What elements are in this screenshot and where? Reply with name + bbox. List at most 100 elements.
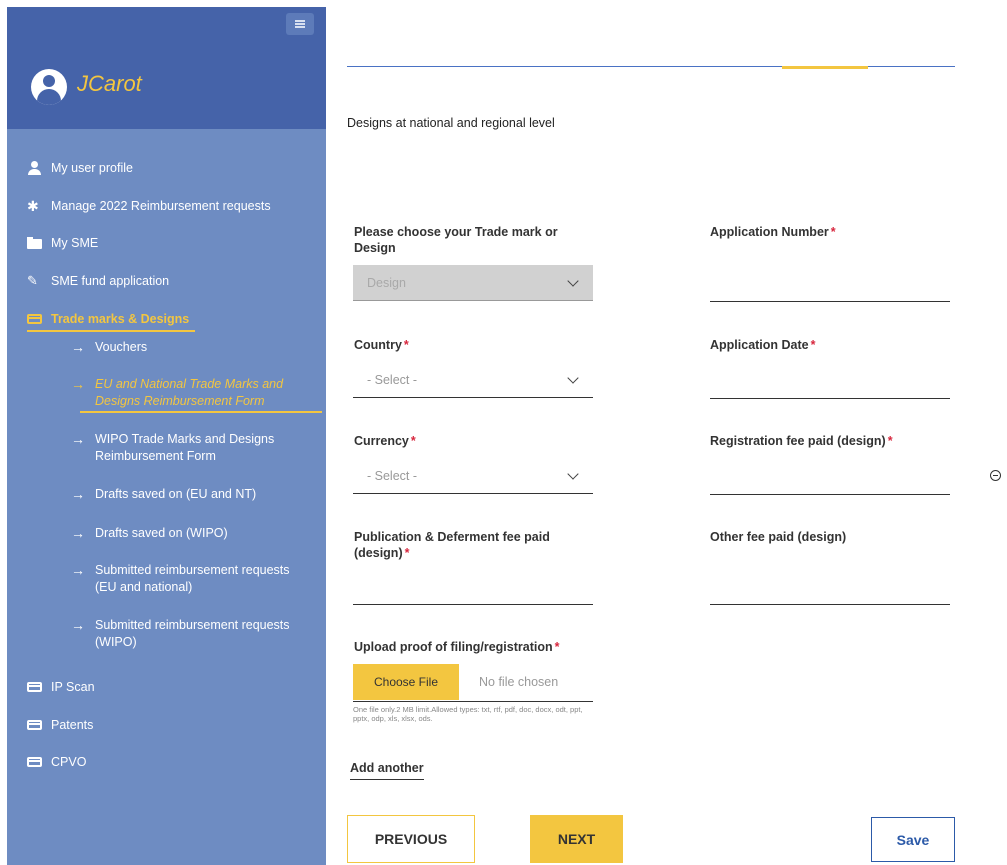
card-icon xyxy=(27,680,43,694)
card-icon xyxy=(27,755,43,769)
sidebar-subitem-vouchers[interactable]: → Vouchers xyxy=(71,339,313,356)
arrow-right-icon: → xyxy=(71,562,85,578)
file-upload-field: Choose File No file chosen xyxy=(353,662,593,702)
label-text: Publication & Deferment fee paid (design… xyxy=(354,530,550,560)
add-another-link[interactable]: Add another xyxy=(350,761,424,780)
arrow-right-icon: → xyxy=(71,525,85,541)
hamburger-menu-icon[interactable] xyxy=(286,13,314,35)
sidebar-item-label: Patents xyxy=(51,718,94,732)
country-select[interactable]: - Select - xyxy=(353,362,593,398)
application-number-label: Application Number * xyxy=(710,224,836,240)
remove-circle-icon[interactable] xyxy=(990,470,1001,481)
sidebar-subitem-label: Vouchers xyxy=(95,340,148,354)
country-label: Country * xyxy=(354,337,409,353)
sidebar-subitem-label: Drafts saved on (WIPO) xyxy=(95,526,228,540)
chevron-down-icon xyxy=(567,467,579,480)
sidebar-item-manage-requests[interactable]: ✱ Manage 2022 Reimbursement requests xyxy=(27,199,271,213)
card-icon xyxy=(27,312,43,326)
sidebar-item-cpvo[interactable]: CPVO xyxy=(27,755,86,769)
required-marker: * xyxy=(810,338,816,352)
folder-icon xyxy=(27,236,43,250)
sidebar-subitem-label: Drafts saved on (EU and NT) xyxy=(95,487,257,501)
section-title: Designs at national and regional level xyxy=(347,116,555,130)
required-marker: * xyxy=(830,225,836,239)
previous-button[interactable]: PREVIOUS xyxy=(347,815,475,863)
sidebar-item-sme-fund-application[interactable]: ✎ SME fund application xyxy=(27,273,170,289)
sidebar-subitem-label: EU and National Trade Marks and Designs … xyxy=(95,377,284,408)
required-marker: * xyxy=(554,640,560,654)
required-marker: * xyxy=(404,546,410,560)
sidebar-item-label: My user profile xyxy=(51,161,133,175)
avatar xyxy=(31,69,67,105)
progress-accent xyxy=(782,66,868,69)
sidebar: JCarot My user profile ✱ Manage 2022 Rei… xyxy=(7,7,326,865)
select-value: Design xyxy=(367,275,406,290)
select-value: - Select - xyxy=(367,468,418,483)
sidebar-subitem-label: Submitted reimbursement requests (EU and… xyxy=(95,563,290,594)
sidebar-subitem-eu-national-form[interactable]: → EU and National Trade Marks and Design… xyxy=(71,376,313,410)
sidebar-item-label: SME fund application xyxy=(51,274,170,288)
registration-fee-label: Registration fee paid (design) * xyxy=(710,433,893,449)
sidebar-subitem-label: Submitted reimbursement requests (WIPO) xyxy=(95,618,290,649)
sidebar-item-ip-scan[interactable]: IP Scan xyxy=(27,680,95,694)
label-text: Currency xyxy=(354,434,409,448)
label-text: Other fee paid (design) xyxy=(710,530,847,544)
select-value: - Select - xyxy=(367,372,418,387)
sidebar-item-patents[interactable]: Patents xyxy=(27,718,93,732)
upload-label: Upload proof of filing/registration * xyxy=(354,639,559,655)
currency-select[interactable]: - Select - xyxy=(353,458,593,494)
gear-icon: ✱ xyxy=(27,198,39,214)
sidebar-subitem-submitted-eu[interactable]: → Submitted reimbursement requests (EU a… xyxy=(71,562,313,596)
trademark-design-label: Please choose your Trade mark or Design xyxy=(354,224,574,256)
registration-fee-input[interactable] xyxy=(710,494,950,495)
publication-fee-label: Publication & Deferment fee paid (design… xyxy=(354,529,574,561)
application-date-label: Application Date * xyxy=(710,337,816,353)
next-button[interactable]: NEXT xyxy=(530,815,623,863)
sidebar-item-my-sme[interactable]: My SME xyxy=(27,236,98,250)
currency-label: Currency * xyxy=(354,433,416,449)
sidebar-subitem-submitted-wipo[interactable]: → Submitted reimbursement requests (WIPO… xyxy=(71,617,313,651)
active-item-underline xyxy=(80,411,322,413)
label-text: Upload proof of filing/registration xyxy=(354,640,553,654)
choose-file-button[interactable]: Choose File xyxy=(353,663,459,700)
file-status: No file chosen xyxy=(479,674,559,689)
file-help-text: One file only.2 MB limit.Allowed types: … xyxy=(353,705,583,723)
label-text: Registration fee paid (design) xyxy=(710,434,886,448)
sidebar-item-my-user-profile[interactable]: My user profile xyxy=(27,161,133,175)
sidebar-item-label: CPVO xyxy=(51,755,87,769)
sidebar-item-label: Manage 2022 Reimbursement requests xyxy=(51,199,271,213)
card-icon xyxy=(27,718,43,732)
sidebar-item-trade-marks-designs[interactable]: Trade marks & Designs xyxy=(27,312,195,332)
application-date-input[interactable] xyxy=(710,398,950,399)
user-icon xyxy=(27,161,43,175)
save-button[interactable]: Save xyxy=(871,817,955,862)
sidebar-item-label: My SME xyxy=(51,236,99,250)
chevron-down-icon xyxy=(567,371,579,384)
publication-fee-input[interactable] xyxy=(353,604,593,605)
sidebar-header: JCarot xyxy=(7,7,326,129)
required-marker: * xyxy=(887,434,893,448)
sidebar-subitem-wipo-form[interactable]: → WIPO Trade Marks and Designs Reimburse… xyxy=(71,431,313,465)
arrow-right-icon: → xyxy=(71,431,85,447)
required-marker: * xyxy=(403,338,409,352)
other-fee-label: Other fee paid (design) xyxy=(710,529,846,545)
trademark-design-select: Design xyxy=(353,265,593,301)
application-number-input[interactable] xyxy=(710,301,950,302)
label-text: Application Date xyxy=(710,338,809,352)
other-fee-input[interactable] xyxy=(710,604,950,605)
required-marker: * xyxy=(410,434,416,448)
sidebar-subitem-drafts-eu[interactable]: → Drafts saved on (EU and NT) xyxy=(71,486,313,503)
arrow-right-icon: → xyxy=(71,339,85,355)
label-text: Application Number xyxy=(710,225,829,239)
sidebar-subitem-drafts-wipo[interactable]: → Drafts saved on (WIPO) xyxy=(71,525,313,542)
chevron-down-icon xyxy=(567,274,579,287)
sidebar-item-label: Trade marks & Designs xyxy=(51,312,190,326)
arrow-right-icon: → xyxy=(71,376,85,392)
username: JCarot xyxy=(77,71,142,96)
sidebar-item-label: IP Scan xyxy=(51,680,95,694)
edit-icon: ✎ xyxy=(27,273,38,288)
sidebar-subitem-label: WIPO Trade Marks and Designs Reimburseme… xyxy=(95,432,275,463)
label-text: Country xyxy=(354,338,402,352)
label-text: Please choose your Trade mark or Design xyxy=(354,225,558,255)
arrow-right-icon: → xyxy=(71,617,85,633)
